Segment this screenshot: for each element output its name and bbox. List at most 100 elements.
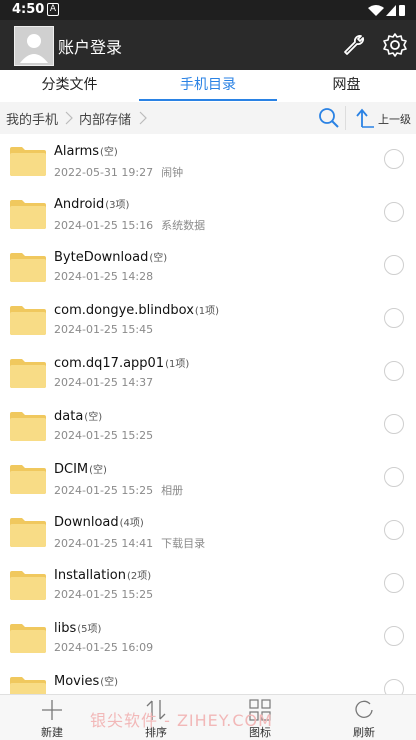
file-date: 2022-05-31 19:27 <box>54 166 154 179</box>
file-meta: 2024-01-25 14:41 下载目录 <box>54 535 205 551</box>
folder-icon <box>10 677 46 694</box>
file-name: Alarms(空) <box>54 143 118 159</box>
wifi-icon <box>368 5 384 16</box>
new-button[interactable]: 新建 <box>0 695 104 740</box>
select-checkbox[interactable] <box>384 467 404 487</box>
file-note: 闹钟 <box>161 166 184 179</box>
file-row[interactable]: com.dq17.app01(1项) 2024-01-25 14:37 <box>0 346 416 400</box>
file-count: (1项) <box>165 359 190 370</box>
file-meta: 2024-01-25 14:28 <box>54 270 161 283</box>
folder-icon <box>10 412 46 441</box>
select-checkbox[interactable] <box>384 149 404 169</box>
file-name-text: ByteDownload <box>54 250 149 265</box>
tab-cloud-drive[interactable]: 网盘 <box>277 70 416 102</box>
chevron-right-icon <box>65 111 73 125</box>
select-checkbox[interactable] <box>384 626 404 646</box>
breadcrumb-root[interactable]: 我的手机 <box>6 109 58 128</box>
file-meta: 2024-01-25 15:25 <box>54 588 161 601</box>
file-name: libs(5项) <box>54 620 101 636</box>
chevron-right-icon <box>139 111 147 125</box>
folder-icon <box>10 253 46 282</box>
user-silhouette-icon <box>20 34 48 63</box>
file-name-text: Alarms <box>54 144 100 159</box>
file-row[interactable]: Download(4项) 2024-01-25 14:41 下载目录 <box>0 505 416 559</box>
file-name-text: Download <box>54 515 119 530</box>
tab-categories[interactable]: 分类文件 <box>0 70 139 102</box>
breadcrumb: 我的手机 内部存储 上一级 <box>0 102 416 135</box>
file-list: Alarms(空) 2022-05-31 19:27 闹钟 Android(3项)… <box>0 134 416 694</box>
file-row[interactable]: Android(3项) 2024-01-25 15:16 系统数据 <box>0 187 416 241</box>
file-date: 2024-01-25 15:25 <box>54 429 154 442</box>
file-row[interactable]: Installation(2项) 2024-01-25 15:25 <box>0 558 416 612</box>
up-one-level[interactable]: 上一级 <box>378 111 411 127</box>
file-name-text: com.dongye.blindbox <box>54 303 194 318</box>
file-note: 系统数据 <box>161 219 206 232</box>
file-meta: 2024-01-25 15:25 相册 <box>54 482 183 498</box>
account-login[interactable]: 账户登录 <box>58 34 122 58</box>
notification-icon: A <box>47 3 59 16</box>
file-name: Installation(2项) <box>54 567 151 583</box>
file-row[interactable]: data(空) 2024-01-25 15:25 <box>0 399 416 453</box>
file-name-text: libs <box>54 621 77 636</box>
folder-icon <box>10 624 46 653</box>
file-name-text: data <box>54 409 84 424</box>
file-date: 2024-01-25 15:45 <box>54 323 154 336</box>
file-meta: 2024-01-25 16:09 <box>54 641 161 654</box>
select-checkbox[interactable] <box>384 361 404 381</box>
file-date: 2024-01-25 14:41 <box>54 537 154 550</box>
folder-icon <box>10 518 46 547</box>
select-checkbox[interactable] <box>384 679 404 694</box>
file-row[interactable]: Movies(空) <box>0 664 416 694</box>
folder-icon <box>10 359 46 388</box>
file-name: ByteDownload(空) <box>54 249 167 265</box>
breadcrumb-current[interactable]: 内部存储 <box>79 109 131 128</box>
file-name-text: Installation <box>54 568 127 583</box>
folder-icon <box>10 571 46 600</box>
file-row[interactable]: ByteDownload(空) 2024-01-25 14:28 <box>0 240 416 294</box>
status-bar: 4:50 A <box>0 0 416 20</box>
folder-icon <box>10 306 46 335</box>
file-row[interactable]: DCIM(空) 2024-01-25 15:25 相册 <box>0 452 416 506</box>
plus-icon <box>42 700 62 720</box>
file-name: Android(3项) <box>54 196 129 212</box>
refresh-icon <box>355 700 373 718</box>
select-checkbox[interactable] <box>384 202 404 222</box>
wrench-icon[interactable] <box>341 32 367 58</box>
file-count: (空) <box>100 677 119 688</box>
avatar[interactable] <box>14 26 54 66</box>
file-name: Movies(空) <box>54 673 118 689</box>
refresh-label: 刷新 <box>353 726 375 739</box>
select-checkbox[interactable] <box>384 520 404 540</box>
file-name: Download(4项) <box>54 514 144 530</box>
file-row[interactable]: libs(5项) 2024-01-25 16:09 <box>0 611 416 665</box>
folder-icon <box>10 147 46 176</box>
file-count: (空) <box>149 253 168 264</box>
file-date: 2024-01-25 14:28 <box>54 270 154 283</box>
tab-phone-directory[interactable]: 手机目录 <box>139 70 277 102</box>
file-count: (4项) <box>119 518 144 529</box>
select-checkbox[interactable] <box>384 255 404 275</box>
file-row[interactable]: Alarms(空) 2022-05-31 19:27 闹钟 <box>0 134 416 188</box>
select-checkbox[interactable] <box>384 573 404 593</box>
active-tab-indicator <box>139 99 277 101</box>
divider <box>345 106 346 130</box>
file-date: 2024-01-25 15:25 <box>54 588 154 601</box>
file-name: data(空) <box>54 408 102 424</box>
file-row[interactable]: com.dongye.blindbox(1项) 2024-01-25 15:45 <box>0 293 416 347</box>
search-icon[interactable] <box>318 107 340 129</box>
new-label: 新建 <box>41 726 63 739</box>
status-time: 4:50 <box>12 2 45 17</box>
signal-icon <box>386 5 396 16</box>
select-checkbox[interactable] <box>384 308 404 328</box>
file-count: (1项) <box>194 306 220 317</box>
select-checkbox[interactable] <box>384 414 404 434</box>
app-header: 账户登录 <box>0 20 416 70</box>
file-meta: 2024-01-25 15:45 <box>54 323 161 336</box>
gear-icon[interactable] <box>382 32 408 58</box>
file-count: (2项) <box>127 571 152 582</box>
file-count: (5项) <box>77 624 102 635</box>
up-arrow-icon[interactable] <box>354 107 376 129</box>
file-name: DCIM(空) <box>54 461 107 477</box>
file-name: com.dongye.blindbox(1项) <box>54 302 219 318</box>
refresh-button[interactable]: 刷新 <box>312 695 416 740</box>
